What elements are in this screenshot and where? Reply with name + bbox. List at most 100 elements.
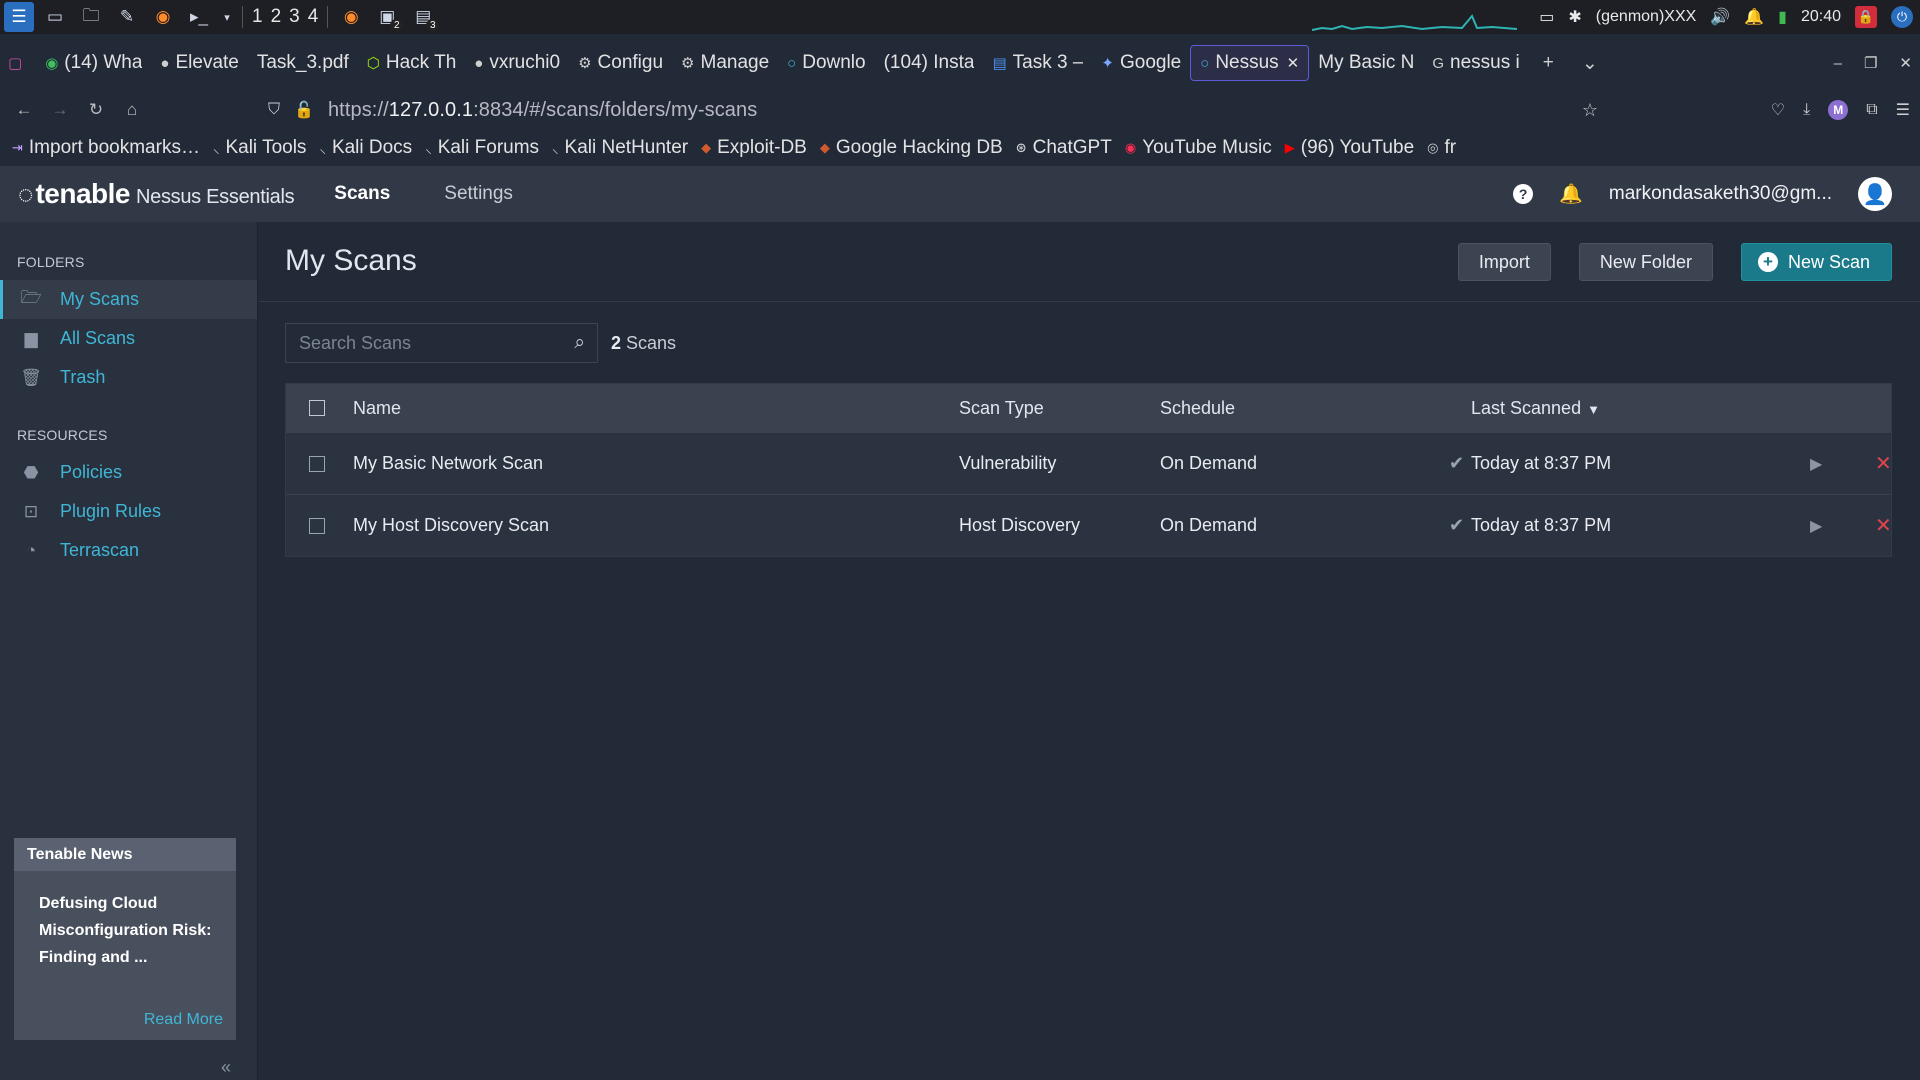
tab-task3-doc[interactable]: ▤ Task 3 – (983, 45, 1092, 81)
row-checkbox[interactable] (309, 517, 325, 534)
volume-icon[interactable]: 🔊 (1710, 7, 1730, 27)
home-icon[interactable]: ⌂ (114, 100, 150, 120)
minimize-icon[interactable]: – (1834, 55, 1842, 72)
url-bar[interactable]: ⛉ 🔓 https://127.0.0.1:8834/#/scans/folde… (268, 92, 1598, 128)
power-icon[interactable]: ⏻ (1891, 6, 1913, 28)
bookmark-kali-docs[interactable]: ⸜ Kali Docs (319, 137, 412, 159)
news-article-title[interactable]: Defusing Cloud Misconfiguration Risk: Fi… (14, 871, 236, 971)
launch-scan-icon[interactable]: ▶ (1810, 516, 1822, 536)
workspace-3[interactable]: 3 (285, 6, 304, 28)
sidebar-item-all-scans[interactable]: ▆ All Scans (0, 319, 257, 358)
clock[interactable]: 20:40 (1801, 8, 1841, 26)
forward-icon[interactable]: → (42, 100, 78, 120)
bookmark-fr[interactable]: ◎ fr (1427, 137, 1456, 159)
hamburger-menu-icon[interactable]: ☰ (1896, 100, 1910, 120)
bookmark-kali-nethunter[interactable]: ⸜ Kali NetHunter (552, 137, 688, 159)
nav-scans[interactable]: Scans (334, 183, 390, 205)
tab-overview-icon[interactable]: ▢ (0, 45, 36, 81)
reload-icon[interactable]: ↻ (78, 100, 114, 120)
tab-elevate[interactable]: ● Elevate (151, 45, 247, 81)
bookmark-exploit-db[interactable]: ◆ Exploit-DB (701, 137, 807, 159)
bookmark-youtube-music[interactable]: ◉ YouTube Music (1125, 137, 1272, 159)
extensions-icon[interactable]: ⧉ (1866, 101, 1877, 119)
news-read-more-link[interactable]: Read More (144, 1011, 223, 1029)
launch-scan-icon[interactable]: ▶ (1810, 454, 1822, 474)
search-icon[interactable]: ⌕ (574, 332, 585, 354)
collapse-sidebar-icon[interactable]: « (221, 1057, 231, 1078)
tab-configure[interactable]: ⚙ Configu (569, 45, 672, 81)
new-tab-icon[interactable]: + (1543, 52, 1554, 74)
files-window-icon[interactable]: ▤ 3 (408, 2, 440, 32)
bookmark-chatgpt[interactable]: ⊛ ChatGPT (1016, 137, 1112, 159)
list-tabs-icon[interactable]: ⌄ (1582, 52, 1598, 75)
nav-settings[interactable]: Settings (444, 183, 513, 205)
maximize-icon[interactable]: ❐ (1864, 54, 1877, 72)
tab-google-gemini[interactable]: ✦ Google (1092, 45, 1190, 81)
table-row[interactable]: My Basic Network Scan Vulnerability On D… (286, 432, 1892, 494)
bookmark-google-hacking-db[interactable]: ◆ Google Hacking DB (820, 137, 1003, 159)
account-avatar-icon[interactable]: M (1828, 100, 1849, 120)
delete-scan-icon[interactable]: ✕ (1875, 451, 1892, 476)
tab-vxruchi[interactable]: ● vxruchi0 (465, 45, 569, 81)
close-window-icon[interactable]: ✕ (1899, 54, 1912, 72)
pocket-icon[interactable]: ♡ (1771, 100, 1785, 120)
help-icon[interactable]: ? (1513, 184, 1534, 204)
tab-hackthebox[interactable]: ⬡ Hack Th (358, 45, 466, 81)
bookmark-kali-tools[interactable]: ⸜ Kali Tools (213, 137, 306, 159)
tab-download[interactable]: ○ Downlo (778, 45, 874, 81)
select-all-checkbox[interactable] (309, 400, 325, 416)
bluetooth-icon[interactable]: ✱ (1568, 7, 1581, 27)
terminal-launcher-icon[interactable]: ▸_ (184, 2, 214, 32)
column-last-scanned[interactable]: Last Scanned ▼ (1471, 398, 1600, 419)
sidebar-item-trash[interactable]: 🗑 Trash (0, 358, 257, 397)
workspace-1[interactable]: 1 (248, 6, 267, 28)
workspace-4[interactable]: 4 (304, 6, 323, 28)
firefox-launcher-icon[interactable]: ◉ (148, 2, 178, 32)
tab-whatsapp[interactable]: ◉ (14) Wha (36, 45, 151, 81)
tab-task-pdf[interactable]: Task_3.pdf (248, 45, 358, 81)
bookmark-import[interactable]: ⇥ Import bookmarks… (12, 137, 200, 159)
terminal-window-icon[interactable]: ▣ 2 (372, 2, 404, 32)
bookmark-youtube[interactable]: ▶ (96) YouTube (1285, 137, 1414, 159)
workspace-2[interactable]: 2 (267, 6, 286, 28)
scan-name[interactable]: My Host Discovery Scan (353, 515, 549, 536)
import-button[interactable]: Import (1457, 243, 1551, 281)
table-row[interactable]: My Host Discovery Scan Host Discovery On… (286, 494, 1892, 556)
notifications-icon[interactable]: 🔔 (1744, 7, 1764, 27)
bookmark-kali-forums[interactable]: ⸜ Kali Forums (425, 137, 539, 159)
row-checkbox[interactable] (309, 455, 325, 472)
user-avatar-icon[interactable]: 👤 (1858, 177, 1892, 211)
new-folder-button[interactable]: New Folder (1578, 243, 1713, 281)
sidebar-item-policies[interactable]: ⬣ Policies (0, 453, 257, 492)
column-name[interactable]: Name (353, 398, 401, 419)
column-scan-type[interactable]: Scan Type (959, 398, 1044, 419)
app-menu-icon[interactable]: ☰ (4, 2, 34, 32)
close-tab-icon[interactable]: ✕ (1287, 54, 1300, 72)
downloads-icon[interactable]: ⤓ (1803, 101, 1810, 119)
scan-name[interactable]: My Basic Network Scan (353, 453, 543, 474)
display-icon[interactable]: ▭ (1539, 7, 1554, 27)
lock-icon[interactable]: 🔓 (294, 100, 314, 120)
tenable-logo[interactable]: ◌ tenable Nessus Essentials (18, 178, 295, 210)
bookmark-star-icon[interactable]: ☆ (1582, 100, 1598, 121)
text-editor-icon[interactable]: ✎ (112, 2, 142, 32)
search-input[interactable] (286, 332, 556, 354)
delete-scan-icon[interactable]: ✕ (1875, 513, 1892, 538)
show-desktop-icon[interactable]: ▭ (40, 2, 70, 32)
lock-screen-icon[interactable]: 🔒 (1855, 6, 1877, 28)
tab-nessus-active[interactable]: ○ Nessus ✕ (1190, 45, 1310, 81)
launcher-dropdown-icon[interactable]: ▾ (220, 2, 234, 32)
tab-my-basic[interactable]: My Basic N (1309, 45, 1423, 81)
sidebar-item-terrascan[interactable]: ◔ Terrascan (0, 531, 257, 570)
user-email[interactable]: markondasaketh30@gm... (1609, 183, 1832, 205)
tab-nessus-search[interactable]: Gnessus i (1423, 45, 1528, 81)
file-manager-icon[interactable]: 🗀 (76, 2, 106, 32)
url-text[interactable]: https://127.0.0.1:8834/#/scans/folders/m… (328, 99, 757, 122)
back-icon[interactable]: ← (6, 100, 42, 120)
notifications-bell-icon[interactable]: 🔔 (1559, 182, 1583, 206)
column-schedule[interactable]: Schedule (1160, 398, 1235, 419)
sidebar-item-my-scans[interactable]: 🗁 My Scans (0, 280, 257, 319)
sidebar-item-plugin-rules[interactable]: ⊡ Plugin Rules (0, 492, 257, 531)
firefox-window-icon[interactable]: ◉ (336, 2, 366, 32)
tab-instagram[interactable]: (104) Insta (875, 45, 984, 81)
